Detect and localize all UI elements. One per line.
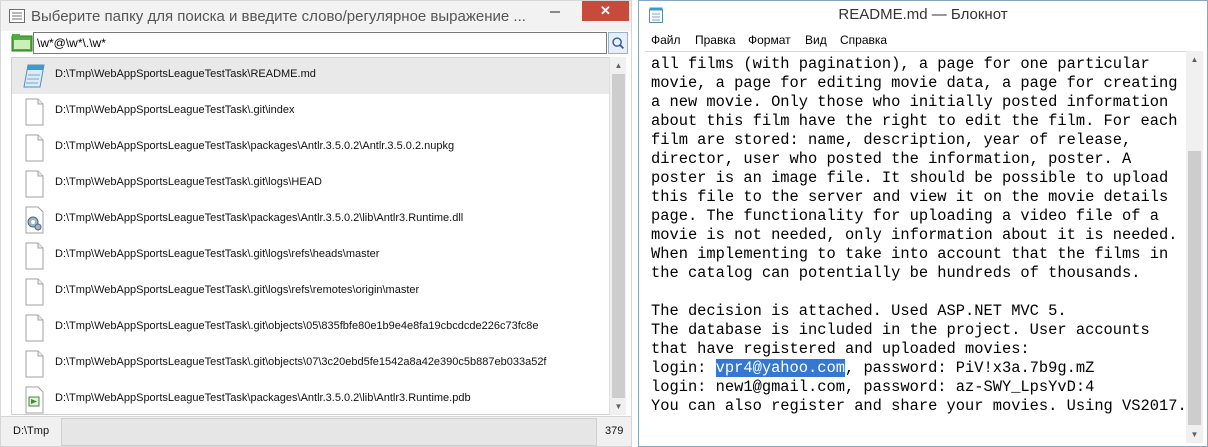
status-bar: D:\Tmp 379	[1, 416, 631, 446]
text-line: about this film have the right to edit t…	[651, 112, 1178, 130]
notepad-title: README.md — Блокнот	[838, 6, 1008, 23]
search-window-titlebar[interactable]: Выберите папку для поиска и введите слов…	[1, 1, 631, 31]
text-line: When implementing to take into account t…	[651, 245, 1169, 263]
login-suffix: , password: PiV!x3a.7b9g.mZ	[844, 359, 1095, 377]
blank-file-icon	[25, 170, 44, 198]
dll-gear-icon	[25, 206, 44, 234]
scrollbar-thumb[interactable]	[1188, 151, 1201, 425]
text-line: You can also register and share your mov…	[651, 397, 1186, 415]
blank-file-icon	[25, 242, 44, 270]
file-row[interactable]: D:\Tmp\WebAppSportsLeagueTestTask\.git\o…	[12, 310, 609, 346]
notepad-titlebar[interactable]: README.md — Блокнот	[639, 1, 1207, 29]
menu-bar: Файл Правка Формат Вид Справка	[639, 29, 1207, 51]
file-row[interactable]: D:\Tmp\WebAppSportsLeagueTestTask\packag…	[12, 130, 609, 166]
search-icon[interactable]	[608, 32, 628, 54]
scrollbar-thumb[interactable]	[612, 74, 625, 398]
file-path: D:\Tmp\WebAppSportsLeagueTestTask\.git\l…	[55, 248, 380, 260]
text-line	[651, 283, 1181, 302]
file-path: D:\Tmp\WebAppSportsLeagueTestTask\README…	[55, 68, 316, 80]
menu-edit[interactable]: Правка	[695, 33, 736, 47]
blank-file-icon	[25, 278, 44, 306]
blank-file-icon	[25, 350, 44, 378]
blank-file-icon	[25, 98, 44, 126]
menu-view[interactable]: Вид	[805, 33, 827, 47]
close-button[interactable]: ✕	[582, 1, 629, 21]
blank-file-icon	[25, 134, 44, 162]
menu-help[interactable]: Справка	[840, 33, 887, 47]
file-path: D:\Tmp\WebAppSportsLeagueTestTask\packag…	[55, 392, 471, 404]
file-row[interactable]: D:\Tmp\WebAppSportsLeagueTestTask\.git\l…	[12, 166, 609, 202]
text-line: director, user who posted the informatio…	[651, 150, 1132, 168]
menu-file[interactable]: Файл	[651, 33, 681, 47]
login-prefix: login:	[651, 359, 716, 377]
file-path: D:\Tmp\WebAppSportsLeagueTestTask\packag…	[55, 140, 455, 152]
menu-format[interactable]: Формат	[748, 33, 791, 47]
file-path: D:\Tmp\WebAppSportsLeagueTestTask\.git\o…	[55, 356, 547, 368]
text-line: movie is not needed, only information ab…	[651, 226, 1178, 244]
file-path: D:\Tmp\WebAppSportsLeagueTestTask\.git\l…	[55, 284, 420, 296]
editor-scrollbar[interactable]: ▲ ▼	[1186, 51, 1203, 443]
login-line-2: login: new1@gmail.com, password: az-SWY_…	[651, 378, 1095, 396]
file-row[interactable]: D:\Tmp\WebAppSportsLeagueTestTask\.git\l…	[12, 274, 609, 310]
minimize-button[interactable]	[541, 1, 569, 23]
file-row[interactable]: D:\Tmp\WebAppSportsLeagueTestTask\.git\o…	[12, 346, 609, 382]
file-path: D:\Tmp\WebAppSportsLeagueTestTask\.git\o…	[55, 320, 539, 332]
file-path: D:\Tmp\WebAppSportsLeagueTestTask\.git\i…	[55, 104, 295, 116]
file-list-scrollbar[interactable]: ▲ ▼	[609, 57, 626, 415]
file-path: D:\Tmp\WebAppSportsLeagueTestTask\packag…	[55, 212, 464, 224]
file-row[interactable]: D:\Tmp\WebAppSportsLeagueTestTask\packag…	[12, 382, 609, 414]
pdb-file-icon	[25, 386, 44, 414]
file-row-readme[interactable]: D:\Tmp\WebAppSportsLeagueTestTask\README…	[12, 58, 609, 94]
progress-bar	[61, 418, 597, 446]
text-line: all films (with pagination), a page for …	[651, 55, 1150, 73]
text-line: The database is included in the project.…	[651, 321, 1150, 339]
scroll-up-arrow-icon[interactable]: ▲	[1186, 51, 1203, 68]
search-input[interactable]	[33, 32, 607, 54]
file-list[interactable]: D:\Tmp\WebAppSportsLeagueTestTask\README…	[11, 57, 609, 415]
status-path: D:\Tmp	[13, 425, 50, 437]
text-line: film are stored: name, description, year…	[651, 131, 1132, 149]
folder-select-icon[interactable]	[11, 33, 33, 53]
text-line: poster is an image file. It should be po…	[651, 169, 1169, 187]
file-row[interactable]: D:\Tmp\WebAppSportsLeagueTestTask\packag…	[12, 202, 609, 238]
search-window: Выберите папку для поиска и введите слов…	[0, 0, 632, 447]
text-line: movie, a page for editing movie data, a …	[651, 74, 1178, 92]
login-line-1: login: vpr4@yahoo.com, password: PiV!x3a…	[651, 359, 1181, 378]
scroll-up-arrow-icon[interactable]: ▲	[610, 57, 627, 74]
file-row[interactable]: D:\Tmp\WebAppSportsLeagueTestTask\.git\i…	[12, 94, 609, 130]
text-line: The decision is attached. Used ASP.NET M…	[651, 302, 1067, 320]
search-window-title: Выберите папку для поиска и введите слов…	[31, 8, 526, 25]
blank-file-icon	[25, 314, 44, 342]
file-path: D:\Tmp\WebAppSportsLeagueTestTask\.git\l…	[55, 176, 322, 188]
notepad-icon	[23, 64, 45, 88]
text-line: page. The functionality for uploading a …	[651, 207, 1159, 225]
text-line: that have registered and uploaded movies…	[651, 340, 1030, 358]
search-bar	[11, 32, 628, 54]
text-line: a new movie. Only those who initially po…	[651, 93, 1169, 111]
scroll-down-arrow-icon[interactable]: ▼	[610, 398, 627, 415]
selected-email[interactable]: vpr4@yahoo.com	[715, 359, 845, 377]
notepad-window: README.md — Блокнот Файл Правка Формат В…	[638, 0, 1208, 447]
file-row[interactable]: D:\Tmp\WebAppSportsLeagueTestTask\.git\l…	[12, 238, 609, 274]
text-line: the catalog can potentially be hundreds …	[651, 264, 1141, 282]
text-line: this file to the server and view it on t…	[651, 188, 1169, 206]
app-list-icon	[9, 9, 25, 23]
result-count: 379	[605, 425, 624, 437]
scroll-down-arrow-icon[interactable]: ▼	[1186, 426, 1203, 443]
editor-text[interactable]: all films (with pagination), a page for …	[651, 55, 1186, 416]
text-editor[interactable]: all films (with pagination), a page for …	[645, 51, 1186, 443]
